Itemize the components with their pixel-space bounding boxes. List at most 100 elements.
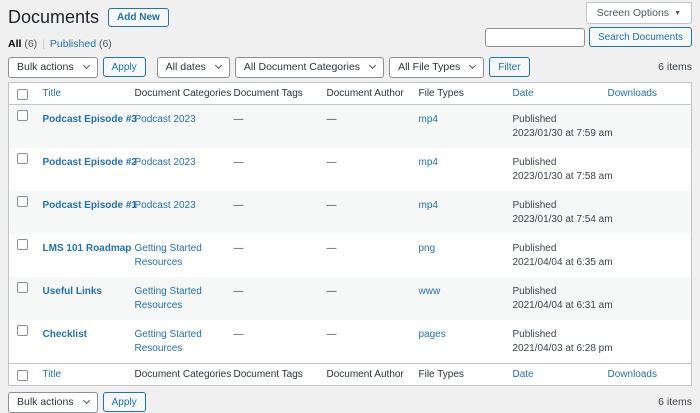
search-documents-button[interactable]: Search Documents <box>589 27 692 47</box>
file-type-link[interactable]: www <box>419 286 441 297</box>
chevron-down-icon: ▼ <box>674 10 681 17</box>
column-header-categories: Document Categories <box>135 88 232 99</box>
document-author-value: — <box>327 286 337 297</box>
column-footer-title[interactable]: Title <box>43 369 62 380</box>
publish-date: 2021/04/03 at 6:28 pm <box>513 342 592 356</box>
document-category-link[interactable]: Podcast 2023 <box>135 200 196 211</box>
filter-published-label: Published <box>50 38 96 50</box>
row-checkbox[interactable] <box>17 196 28 207</box>
publish-date: 2021/04/04 at 6:31 am <box>513 299 592 313</box>
publish-date: 2023/01/30 at 7:58 am <box>513 170 592 184</box>
screen-options-button[interactable]: Screen Options ▼ <box>586 2 692 24</box>
column-header-downloads[interactable]: Downloads <box>608 88 657 99</box>
document-category-link[interactable]: Getting Started Resources <box>135 329 202 354</box>
column-footer-categories: Document Categories <box>135 369 232 380</box>
bulk-actions-label: Bulk actions <box>17 396 74 408</box>
add-new-button[interactable]: Add New <box>108 8 169 27</box>
document-category-link[interactable]: Podcast 2023 <box>135 114 196 125</box>
file-type-link[interactable]: mp4 <box>419 200 438 211</box>
document-author-value: — <box>327 157 337 168</box>
column-footer-author: Document Author <box>327 369 404 380</box>
bulk-actions-select-bottom[interactable]: Bulk actions <box>8 392 98 413</box>
filter-all-count: (6) <box>24 38 37 50</box>
apply-button[interactable]: Apply <box>103 57 146 77</box>
column-footer-date[interactable]: Date <box>513 369 534 380</box>
tablenav-top: Bulk actions Apply All dates All Documen… <box>8 56 692 78</box>
filter-all-label: All <box>8 38 21 50</box>
document-title-link[interactable]: Useful Links <box>43 286 102 297</box>
file-type-link[interactable]: mp4 <box>419 157 438 168</box>
document-author-value: — <box>327 243 337 254</box>
document-author-value: — <box>327 114 337 125</box>
bulk-actions-select[interactable]: Bulk actions <box>8 57 98 78</box>
select-all-checkbox-bottom[interactable] <box>17 370 28 381</box>
documents-admin-page: Screen Options ▼ Documents Add New Searc… <box>0 0 700 402</box>
row-checkbox[interactable] <box>17 110 28 121</box>
categories-filter-label: All Document Categories <box>244 61 360 73</box>
document-tags-value: — <box>234 200 244 211</box>
publish-date: 2023/01/30 at 7:54 am <box>513 213 592 227</box>
table-row: Checklist Getting Started Resources — — … <box>9 320 692 364</box>
page-title: Documents <box>8 6 99 28</box>
column-header-tags: Document Tags <box>234 88 303 99</box>
file-type-link[interactable]: pages <box>419 329 446 340</box>
publish-date: 2023/01/30 at 7:59 am <box>513 127 592 141</box>
table-row: Useful Links Getting Started Resources —… <box>9 277 692 320</box>
screen-options-label: Screen Options <box>597 7 669 19</box>
bulk-actions-label: Bulk actions <box>17 61 74 73</box>
categories-filter-select[interactable]: All Document Categories <box>235 57 384 78</box>
filter-all-link[interactable]: All (6) <box>8 38 37 50</box>
filter-published-link[interactable]: Published (6) <box>50 38 112 50</box>
table-footer: Title Document Categories Document Tags … <box>9 364 692 386</box>
column-header-file-types: File Types <box>419 88 464 99</box>
document-title-link[interactable]: Checklist <box>43 329 87 340</box>
publish-date: 2021/04/04 at 6:35 am <box>513 256 592 270</box>
table-row: LMS 101 Roadmap Getting Started Resource… <box>9 234 692 277</box>
row-checkbox[interactable] <box>17 325 28 336</box>
column-header-date[interactable]: Date <box>513 88 534 99</box>
file-type-link[interactable]: png <box>419 243 436 254</box>
document-title-link[interactable]: Podcast Episode #3 <box>43 114 137 125</box>
publish-status: Published <box>513 328 592 342</box>
document-category-link[interactable]: Podcast 2023 <box>135 157 196 168</box>
row-checkbox[interactable] <box>17 153 28 164</box>
chevron-down-icon <box>215 62 222 69</box>
table-row: Podcast Episode #2 Podcast 2023 — — mp4 … <box>9 148 692 191</box>
column-header-author: Document Author <box>327 88 404 99</box>
document-category-link[interactable]: Getting Started Resources <box>135 286 202 311</box>
search-input[interactable] <box>485 28 585 47</box>
filter-published-count: (6) <box>99 38 112 50</box>
file-types-filter-label: All File Types <box>398 61 460 73</box>
filter-button[interactable]: Filter <box>489 57 529 77</box>
document-category-link[interactable]: Getting Started Resources <box>135 243 202 268</box>
chevron-down-icon <box>83 397 90 404</box>
table-row: Podcast Episode #1 Podcast 2023 — — mp4 … <box>9 191 692 234</box>
column-footer-tags: Document Tags <box>234 369 303 380</box>
filter-separator: | <box>42 38 45 50</box>
dates-filter-select[interactable]: All dates <box>157 57 230 78</box>
document-tags-value: — <box>234 114 244 125</box>
publish-status: Published <box>513 242 592 256</box>
tablenav-bottom: Bulk actions Apply 6 items <box>8 391 692 413</box>
items-count-top: 6 items <box>658 61 692 73</box>
search-box: Search Documents <box>485 27 692 47</box>
chevron-down-icon <box>83 62 90 69</box>
document-title-link[interactable]: Podcast Episode #2 <box>43 157 137 168</box>
row-checkbox[interactable] <box>17 282 28 293</box>
file-types-filter-select[interactable]: All File Types <box>389 57 484 78</box>
apply-button-bottom[interactable]: Apply <box>103 392 146 412</box>
column-header-title[interactable]: Title <box>43 88 62 99</box>
documents-table-body: Podcast Episode #3 Podcast 2023 — — mp4 … <box>9 105 692 364</box>
dates-filter-label: All dates <box>166 61 206 73</box>
column-footer-file-types: File Types <box>419 369 464 380</box>
row-checkbox[interactable] <box>17 239 28 250</box>
file-type-link[interactable]: mp4 <box>419 114 438 125</box>
document-title-link[interactable]: Podcast Episode #1 <box>43 200 137 211</box>
column-footer-downloads[interactable]: Downloads <box>608 369 657 380</box>
document-tags-value: — <box>234 243 244 254</box>
publish-status: Published <box>513 113 592 127</box>
documents-table: Title Document Categories Document Tags … <box>8 82 692 386</box>
select-all-checkbox[interactable] <box>17 89 28 100</box>
document-author-value: — <box>327 329 337 340</box>
document-title-link[interactable]: LMS 101 Roadmap <box>43 243 132 254</box>
